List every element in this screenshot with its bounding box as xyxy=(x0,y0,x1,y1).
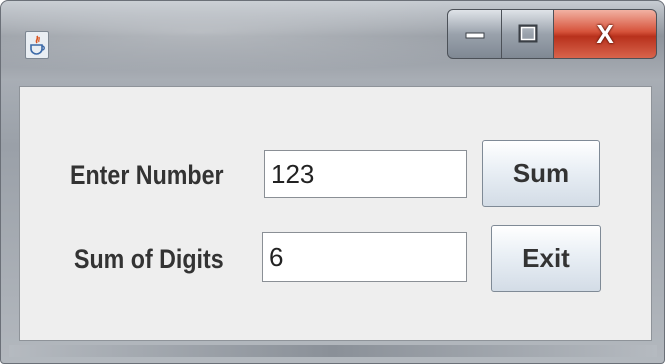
enter-number-value: 123 xyxy=(271,158,315,189)
title-bar[interactable]: X xyxy=(1,1,664,79)
minimize-button[interactable] xyxy=(447,9,502,59)
app-window: X Enter Number 123 Sum Sum of Digits 6 E… xyxy=(0,0,665,364)
enter-number-label: Enter Number xyxy=(70,160,224,190)
maximize-icon xyxy=(518,24,537,43)
java-coffee-cup-icon-graphic xyxy=(30,35,45,55)
content-panel: Enter Number 123 Sum Sum of Digits 6 Exi… xyxy=(19,86,652,341)
sum-button-label: Sum xyxy=(512,158,570,188)
enter-number-input[interactable]: 123 xyxy=(264,150,467,198)
sum-of-digits-label: Sum of Digits xyxy=(74,244,224,274)
sum-of-digits-output[interactable]: 6 xyxy=(262,232,467,282)
exit-button-label: Exit xyxy=(522,243,570,273)
java-coffee-cup-icon[interactable] xyxy=(25,31,49,59)
sum-button[interactable]: Sum xyxy=(482,140,600,207)
close-button[interactable]: X xyxy=(554,9,657,59)
minimize-icon xyxy=(465,32,484,39)
close-icon: X xyxy=(596,18,614,49)
window-bottom-border xyxy=(9,345,657,357)
exit-button[interactable]: Exit xyxy=(491,225,601,292)
sum-of-digits-value: 6 xyxy=(269,241,284,272)
maximize-button[interactable] xyxy=(502,9,554,59)
